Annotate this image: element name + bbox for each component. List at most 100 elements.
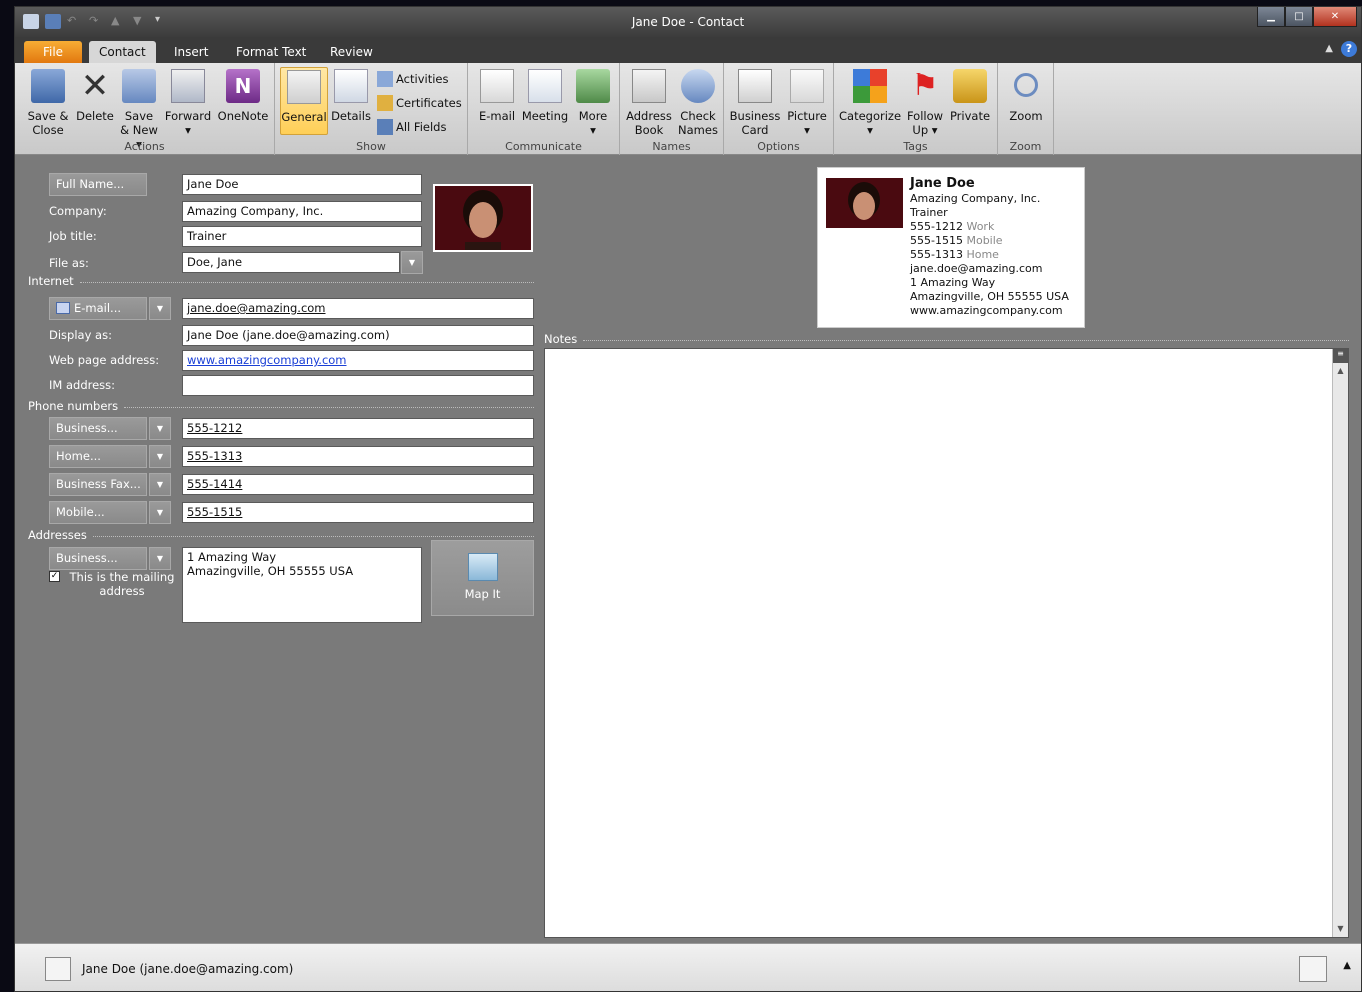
zoom-button[interactable]: Zoom	[1004, 69, 1048, 123]
business-address-button[interactable]: Business...	[49, 547, 147, 570]
business-fax-button[interactable]: Business Fax...	[49, 473, 147, 496]
home-phone-dropdown[interactable]: ▼	[149, 445, 171, 468]
display-as-field[interactable]: Jane Doe (jane.doe@amazing.com)	[182, 325, 534, 346]
details-button[interactable]: Details	[331, 69, 371, 123]
card-title: Trainer	[910, 206, 948, 219]
display-as-label: Display as:	[49, 328, 112, 342]
full-name-button[interactable]: Full Name...	[49, 173, 147, 196]
activities-button[interactable]: Activities	[377, 71, 448, 87]
mobile-phone-field[interactable]: 555-1515	[182, 502, 534, 523]
notes-textarea[interactable]: ≡ ▲ ▼	[544, 348, 1349, 938]
tab-contact[interactable]: Contact	[89, 41, 156, 63]
business-phone-field[interactable]: 555-1212	[182, 418, 534, 439]
save-new-icon	[122, 69, 156, 103]
check-names-icon	[681, 69, 715, 103]
group-label-show: Show	[356, 140, 386, 153]
follow-up-button[interactable]: ⚑ Follow Up ▾	[904, 68, 946, 138]
person-photo-icon	[826, 178, 903, 228]
job-title-field[interactable]: Trainer	[182, 226, 422, 247]
job-title-label: Job title:	[49, 229, 97, 243]
notes-scrollbar[interactable]: ≡ ▲ ▼	[1332, 349, 1348, 937]
help-icon[interactable]: ?	[1341, 41, 1357, 57]
delete-icon: ✕	[80, 66, 110, 106]
contact-window: ↶ ↷ ▲ ▼ ▾ Jane Doe - Contact ▁ □ ✕ File …	[14, 6, 1362, 992]
scroll-up-icon[interactable]: ▲	[1333, 363, 1348, 379]
lock-icon	[953, 69, 987, 103]
contact-photo[interactable]	[433, 184, 533, 252]
certificates-button[interactable]: Certificates	[377, 95, 462, 111]
save-close-button[interactable]: Save & Close	[25, 69, 71, 137]
tab-file[interactable]: File	[24, 41, 82, 63]
close-button[interactable]: ✕	[1313, 7, 1357, 27]
save-new-button[interactable]: Save & New ▾	[119, 69, 159, 151]
meeting-button[interactable]: Meeting	[520, 69, 570, 123]
email-button[interactable]: E-mail	[475, 69, 519, 123]
card-company: Amazing Company, Inc.	[910, 192, 1041, 205]
scroll-down-icon[interactable]: ▼	[1333, 921, 1348, 937]
ruler-toggle-icon[interactable]: ≡	[1333, 349, 1348, 363]
mobile-phone-button[interactable]: Mobile...	[49, 501, 147, 524]
maximize-button[interactable]: □	[1285, 7, 1313, 27]
email-type-dropdown[interactable]: ▼	[149, 297, 171, 320]
business-phone-button[interactable]: Business...	[49, 417, 147, 440]
email-type-button[interactable]: E-mail...	[49, 297, 147, 320]
map-it-button[interactable]: Map It	[431, 540, 534, 616]
card-text: Jane Doe Amazing Company, Inc. Trainer 5…	[910, 176, 1069, 318]
more-button[interactable]: More ▾	[572, 69, 614, 137]
card-photo	[826, 178, 903, 228]
company-label: Company:	[49, 204, 107, 218]
file-as-dropdown[interactable]: ▼	[401, 251, 423, 274]
address-type-dropdown[interactable]: ▼	[149, 547, 171, 570]
internet-section: Internet	[28, 274, 534, 288]
file-as-label: File as:	[49, 256, 89, 270]
mobile-phone-dropdown[interactable]: ▼	[149, 501, 171, 524]
forward-button[interactable]: Forward ▾	[163, 69, 213, 137]
person-avatar-icon	[45, 957, 71, 981]
full-name-field[interactable]: Jane Doe	[182, 174, 422, 195]
picture-button[interactable]: Picture ▾	[784, 69, 830, 137]
email-field[interactable]: jane.doe@amazing.com	[182, 298, 534, 319]
general-button[interactable]: General	[280, 67, 328, 135]
person-avatar-large-icon	[1299, 956, 1327, 982]
business-fax-field[interactable]: 555-1414	[182, 474, 534, 495]
group-show: General Details Activities Certificates …	[275, 63, 468, 155]
group-label-tags: Tags	[903, 140, 928, 153]
address-field[interactable]: 1 Amazing Way Amazingville, OH 55555 USA	[182, 547, 422, 623]
private-button[interactable]: Private	[948, 69, 992, 123]
file-as-field[interactable]: Doe, Jane	[182, 252, 400, 273]
onenote-icon: N	[226, 69, 260, 103]
follow-up-flag-icon: ⚑	[911, 68, 939, 103]
minimize-button[interactable]: ▁	[1257, 7, 1285, 27]
business-phone-dropdown[interactable]: ▼	[149, 417, 171, 440]
expand-people-pane-icon[interactable]: ▲	[1343, 960, 1351, 971]
checkbox-checked-icon[interactable]: ✓	[49, 571, 60, 582]
delete-button[interactable]: ✕ Delete	[75, 69, 115, 123]
home-phone-button[interactable]: Home...	[49, 445, 147, 468]
group-label-options: Options	[757, 140, 800, 153]
tab-format-text[interactable]: Format Text	[226, 41, 316, 63]
im-address-field[interactable]	[182, 375, 534, 396]
business-card-button[interactable]: Business Card	[728, 69, 782, 137]
onenote-button[interactable]: N OneNote	[215, 69, 271, 123]
check-names-button[interactable]: Check Names	[676, 69, 720, 137]
tab-review[interactable]: Review	[320, 41, 383, 63]
business-fax-dropdown[interactable]: ▼	[149, 473, 171, 496]
forward-icon	[171, 69, 205, 103]
group-names: Address Book Check Names Names	[620, 63, 724, 155]
home-phone-field[interactable]: 555-1313	[182, 446, 534, 467]
company-field[interactable]: Amazing Company, Inc.	[182, 201, 422, 222]
all-fields-button[interactable]: All Fields	[377, 119, 446, 135]
categorize-button[interactable]: Categorize ▾	[839, 69, 901, 137]
tab-insert[interactable]: Insert	[164, 41, 218, 63]
contact-form: Full Name... Jane Doe Company: Amazing C…	[15, 155, 1361, 943]
business-card-preview[interactable]: Jane Doe Amazing Company, Inc. Trainer 5…	[817, 167, 1085, 328]
address-book-button[interactable]: Address Book	[624, 69, 674, 137]
mailing-address-checkbox[interactable]: ✓ This is the mailing address	[49, 570, 177, 598]
window-title: Jane Doe - Contact	[631, 15, 745, 29]
email-icon	[480, 69, 514, 103]
collapse-ribbon-icon[interactable]: ▲	[1325, 41, 1333, 57]
web-page-field[interactable]: www.amazingcompany.com	[182, 350, 534, 371]
activities-icon	[377, 71, 393, 87]
all-fields-icon	[377, 119, 393, 135]
people-pane-contact[interactable]: Jane Doe (jane.doe@amazing.com)	[82, 962, 293, 976]
